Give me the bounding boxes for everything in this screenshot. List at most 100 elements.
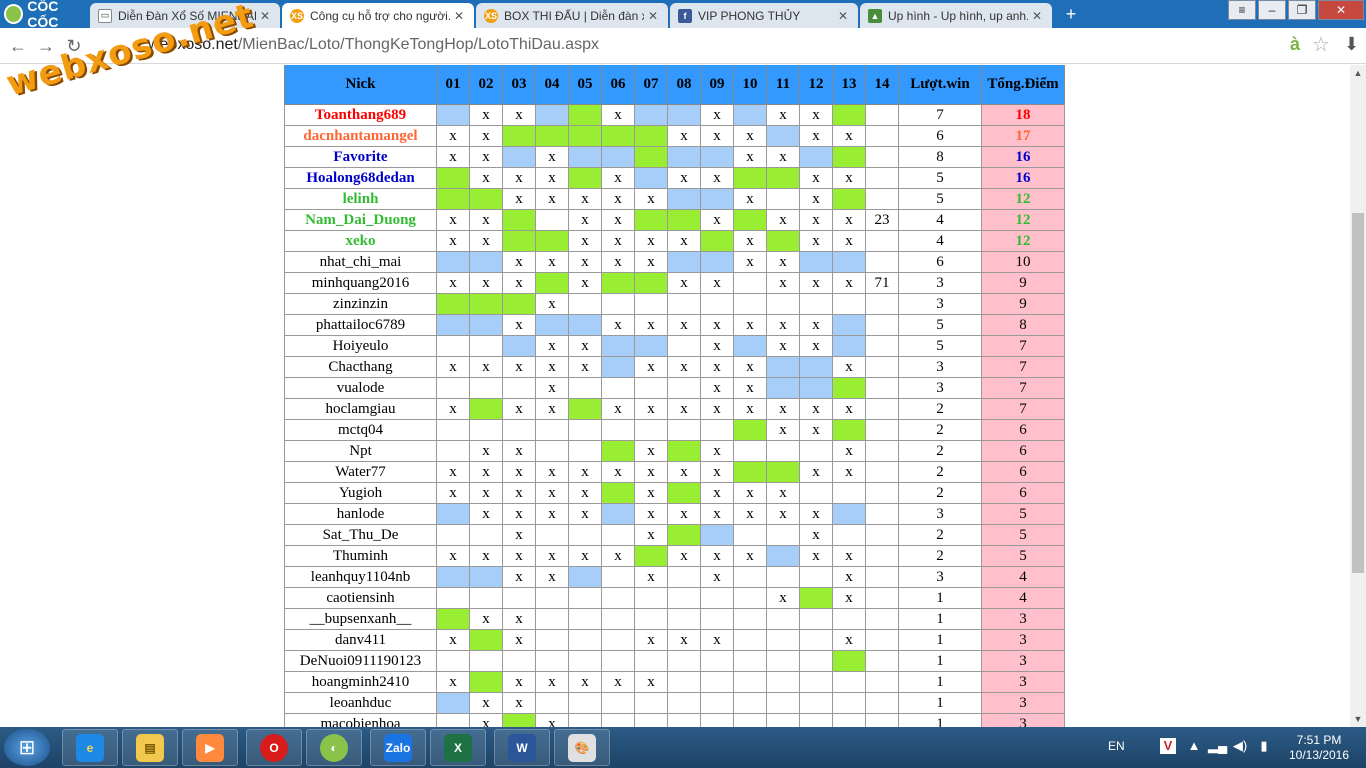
table-header-row: Nick 01 02 03 04 05 06 07 08 09 10 11 12 13 14 Lượt.win…: [284, 65, 1065, 105]
taskbar-app-opera[interactable]: O: [246, 729, 302, 766]
day-cell: [667, 146, 701, 168]
menu-button[interactable]: ≡: [1228, 0, 1256, 20]
start-button[interactable]: ⊞: [4, 729, 50, 766]
win-count-cell: 1: [898, 608, 982, 630]
day-cell: [667, 209, 701, 231]
day-cell: [535, 524, 569, 546]
day-cell: [634, 377, 668, 399]
scrollbar-thumb[interactable]: [1352, 213, 1364, 573]
close-icon[interactable]: ✕: [1032, 9, 1044, 23]
nick-cell: lelinh: [284, 188, 437, 210]
day-cell: [667, 377, 701, 399]
day-cell: x: [700, 209, 734, 231]
day-cell: [766, 440, 800, 462]
close-icon[interactable]: ✕: [454, 9, 466, 23]
volume-icon[interactable]: ◀): [1232, 738, 1248, 754]
vertical-scrollbar[interactable]: ▲ ▼: [1350, 65, 1366, 727]
nick-cell: leanhquy1104nb: [284, 566, 437, 588]
day-cell: [733, 608, 767, 630]
day-cell: x: [436, 356, 470, 378]
translate-icon[interactable]: à: [1290, 34, 1300, 55]
day-cell: [667, 650, 701, 672]
day-cell: [865, 671, 899, 693]
windows-taskbar: ⊞ e ▤ ▶ O ◐ Zalo X W 🎨 EN V ▲ ▂▄ ◀) ▮ 7:…: [0, 727, 1366, 768]
close-icon[interactable]: ✕: [648, 9, 660, 23]
taskbar-clock[interactable]: 7:51 PM 10/13/2016: [1284, 733, 1354, 763]
day-cell: x: [469, 104, 503, 126]
day-cell: [766, 524, 800, 546]
day-cell: [832, 104, 866, 126]
column-header: 04: [535, 65, 569, 105]
download-icon[interactable]: ⬇: [1344, 34, 1359, 55]
close-icon[interactable]: ✕: [260, 9, 272, 23]
day-cell: [766, 356, 800, 378]
win-count-cell: 2: [898, 545, 982, 567]
minimize-button[interactable]: –: [1258, 0, 1286, 20]
day-cell: x: [601, 230, 635, 252]
nick-cell: Toanthang689: [284, 104, 437, 126]
day-cell: x: [436, 629, 470, 651]
browser-brand[interactable]: CỐC CỐC: [0, 0, 90, 30]
tab-box-thi-dau[interactable]: XS BOX THI ĐẤU | Diễn đàn x... ✕: [476, 3, 668, 28]
day-cell: x: [799, 272, 833, 294]
day-cell: [766, 545, 800, 567]
nick-cell: Thuminh: [284, 545, 437, 567]
day-cell: [436, 650, 470, 672]
scroll-down-icon[interactable]: ▼: [1350, 711, 1366, 727]
day-cell: x: [535, 398, 569, 420]
battery-icon[interactable]: ▮: [1256, 738, 1272, 754]
win-count-cell: 2: [898, 440, 982, 462]
day-cell: x: [469, 608, 503, 630]
day-cell: x: [535, 377, 569, 399]
back-arrow-icon[interactable]: ←: [6, 34, 30, 58]
win-count-cell: 3: [898, 293, 982, 315]
maximize-button[interactable]: ❐: [1288, 0, 1316, 20]
day-cell: x: [832, 356, 866, 378]
taskbar-app-word[interactable]: W: [494, 729, 550, 766]
taskbar-app-paint[interactable]: 🎨: [554, 729, 610, 766]
win-count-cell: 1: [898, 650, 982, 672]
day-cell: x: [700, 566, 734, 588]
tab-up-hinh[interactable]: ▲ Up hình - Up hình, up anh... ✕: [860, 3, 1052, 28]
signal-icon[interactable]: ▂▄: [1208, 738, 1227, 754]
day-cell: x: [766, 146, 800, 168]
taskbar-app-zalo[interactable]: Zalo: [370, 729, 426, 766]
win-count-cell: 4: [898, 230, 982, 252]
day-cell: [865, 524, 899, 546]
day-cell: x: [634, 461, 668, 483]
day-cell: [865, 104, 899, 126]
tab-title: BOX THI ĐẤU | Diễn đàn x...: [504, 8, 644, 23]
vietkey-icon[interactable]: V: [1160, 738, 1176, 754]
new-tab-button[interactable]: +: [1060, 4, 1082, 24]
day-cell: [568, 293, 602, 315]
day-cell: [634, 272, 668, 294]
day-cell: [865, 566, 899, 588]
day-cell: x: [700, 377, 734, 399]
language-indicator[interactable]: EN: [1108, 739, 1125, 753]
bookmark-star-icon[interactable]: ☆: [1312, 32, 1330, 57]
day-cell: x: [469, 209, 503, 231]
taskbar-app-media[interactable]: ▶: [182, 729, 238, 766]
close-window-button[interactable]: ✕: [1318, 0, 1364, 20]
facebook-icon: f: [678, 8, 692, 23]
total-points-cell: 3: [981, 608, 1065, 630]
tab-cong-cu[interactable]: XS Công cụ hỗ trợ cho người... ✕: [282, 3, 474, 28]
day-cell: x: [502, 188, 536, 210]
taskbar-app-explorer[interactable]: ▤: [122, 729, 178, 766]
day-cell: [634, 167, 668, 189]
tab-vip-phong-thuy[interactable]: f VIP PHONG THỦY ✕: [670, 3, 858, 28]
close-icon[interactable]: ✕: [838, 9, 850, 23]
day-cell: [436, 104, 470, 126]
day-cell: [799, 440, 833, 462]
table-row: leanhquy1104nb x x x x x 3 4: [284, 566, 1065, 588]
tray-expand-icon[interactable]: ▲: [1186, 738, 1202, 754]
table-row: zinzinzin x 3 9: [284, 293, 1065, 315]
taskbar-app-excel[interactable]: X: [430, 729, 486, 766]
taskbar-app-ie[interactable]: e: [62, 729, 118, 766]
table-row: Thuminh x x x x x x x x x x x 2 5: [284, 545, 1065, 567]
win-count-cell: 3: [898, 272, 982, 294]
day-cell: x: [634, 251, 668, 273]
day-cell: [700, 692, 734, 714]
scroll-up-icon[interactable]: ▲: [1350, 65, 1366, 81]
taskbar-app-coccoc[interactable]: ◐: [306, 729, 362, 766]
